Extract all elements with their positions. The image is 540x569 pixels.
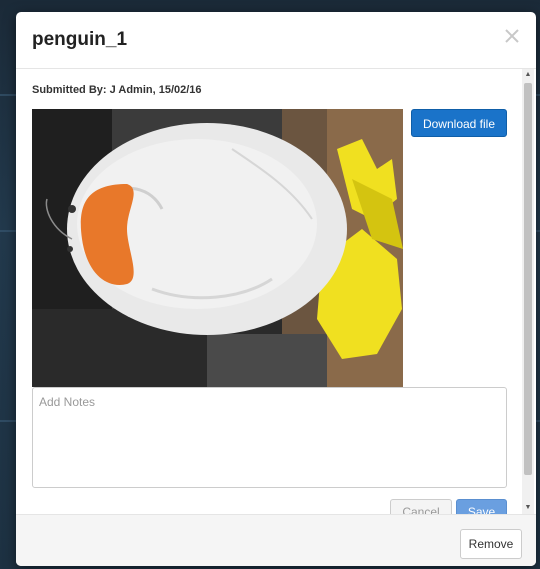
save-button[interactable]: Save (456, 499, 507, 514)
submission-photo (32, 109, 403, 387)
modal-body: Submitted By: J Admin, 15/02/16 Download… (16, 69, 536, 514)
notes-field[interactable] (32, 387, 507, 488)
chevron-down-icon[interactable]: ▼ (522, 502, 534, 514)
scrollbar-thumb[interactable] (524, 83, 532, 475)
download-file-button[interactable]: Download file (411, 109, 507, 137)
close-icon[interactable] (502, 26, 522, 46)
cancel-button[interactable]: Cancel (390, 499, 452, 514)
file-preview-modal: penguin_1 Submitted By: J Admin, 15/02/1… (16, 12, 536, 566)
modal-title: penguin_1 (32, 29, 128, 50)
chevron-up-icon[interactable]: ▲ (522, 69, 534, 81)
remove-button[interactable]: Remove (460, 529, 522, 559)
submitted-by-text: Submitted By: J Admin, 15/02/16 (32, 84, 202, 96)
modal-footer: Remove (16, 514, 536, 566)
modal-header: penguin_1 (16, 12, 536, 69)
modal-scrollbar[interactable]: ▲ ▼ (522, 69, 534, 514)
